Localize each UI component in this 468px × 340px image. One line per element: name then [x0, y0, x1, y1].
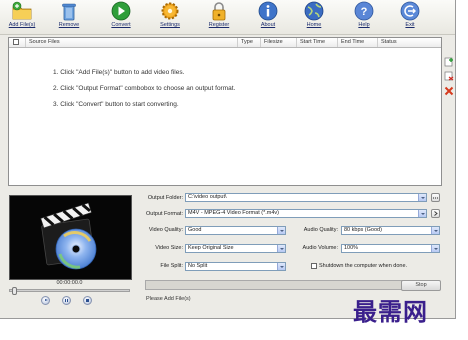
audio-quality-value: 80 kbps (Good) [344, 227, 382, 233]
audio-volume-label: Audio Volume: [302, 245, 338, 251]
exit-icon [400, 1, 420, 21]
column-status[interactable]: Status [378, 38, 441, 47]
stop-button[interactable]: Stop [401, 280, 441, 291]
video-quality-value: Good [188, 227, 202, 233]
help-button[interactable]: ? Help [342, 1, 386, 33]
file-split-select[interactable]: No Split [185, 262, 286, 271]
output-format-dropdown-arrow[interactable] [418, 210, 426, 217]
output-format-value: M4V - MPEG-4 Video Format (*.m4v) [188, 210, 279, 216]
clapperboard-icon [40, 202, 97, 270]
add-files-button[interactable]: Add File(s) [0, 1, 44, 33]
column-type[interactable]: Type [238, 38, 261, 47]
file-split-value: No Split [188, 263, 208, 269]
select-all-checkbox[interactable] [13, 39, 19, 45]
pause-button[interactable] [62, 296, 71, 305]
file-split-label: File Split: [160, 263, 183, 269]
stop-playback-button[interactable] [83, 296, 92, 305]
format-settings-button[interactable] [431, 209, 440, 218]
conversion-progress-bar [145, 280, 410, 290]
seek-slider-knob[interactable] [12, 287, 17, 295]
column-start-time[interactable]: Start Time [297, 38, 338, 47]
audio-volume-select[interactable]: 100% [341, 244, 440, 253]
browse-folder-button[interactable] [431, 193, 440, 202]
pause-icon [65, 299, 68, 302]
help-icon: ? [354, 1, 374, 21]
exit-button[interactable]: Exit [388, 1, 432, 33]
audio-volume-value: 100% [344, 245, 359, 251]
remove-item-icon[interactable] [444, 71, 454, 81]
add-item-icon[interactable] [444, 57, 454, 67]
gear-icon [161, 2, 179, 20]
shutdown-label[interactable]: Shutdown the computer when done. [319, 263, 407, 269]
about-button[interactable]: About [246, 1, 290, 33]
toolbar: Add File(s) Remove Convert Settings Regi… [0, 0, 455, 35]
arrow-right-icon [434, 211, 438, 216]
video-preview [9, 195, 132, 280]
main-window: Add File(s) Remove Convert Settings Regi… [0, 0, 456, 319]
video-quality-dropdown-arrow[interactable] [277, 227, 285, 234]
play-icon [45, 299, 48, 301]
info-icon [258, 1, 278, 21]
file-list-header: Source Files Type Filesize Start Time En… [9, 38, 441, 48]
seek-slider[interactable] [9, 287, 130, 295]
audio-quality-select[interactable]: 80 kbps (Good) [341, 226, 440, 235]
lock-icon [212, 2, 226, 21]
register-button[interactable]: Register [197, 1, 241, 33]
output-folder-value: C:\video output\ [188, 194, 227, 200]
svg-text:?: ? [361, 6, 368, 18]
trash-icon [62, 3, 76, 21]
watermark-text: 最需网 [353, 297, 428, 326]
video-quality-select[interactable]: Good [185, 226, 286, 235]
instruction-step-3: 3. Click "Convert" button to start conve… [53, 101, 179, 108]
shutdown-checkbox[interactable] [311, 263, 317, 269]
play-button[interactable] [41, 296, 50, 305]
instruction-step-1: 1. Click "Add File(s)" button to add vid… [53, 69, 185, 76]
convert-button[interactable]: Convert [99, 1, 143, 33]
column-source-files[interactable]: Source Files [26, 38, 238, 47]
add-files-icon [12, 1, 32, 20]
file-list[interactable]: Source Files Type Filesize Start Time En… [8, 37, 442, 186]
output-folder-label: Output Folder: [147, 195, 183, 201]
output-folder-dropdown-arrow[interactable] [418, 194, 426, 201]
home-button[interactable]: Home [292, 1, 336, 33]
video-size-label: Video Size: [155, 245, 183, 251]
audio-quality-dropdown-arrow[interactable] [431, 227, 439, 234]
instruction-step-2: 2. Click "Output Format" combobox to cho… [53, 85, 236, 92]
settings-button[interactable]: Settings [148, 1, 192, 33]
video-size-value: Keep Original Size [188, 245, 234, 251]
stop-icon [86, 299, 89, 302]
column-filesize[interactable]: Filesize [261, 38, 297, 47]
audio-volume-dropdown-arrow[interactable] [431, 245, 439, 252]
home-globe-icon [304, 1, 324, 21]
playback-time: 00:00:00.0 [56, 280, 83, 286]
file-split-dropdown-arrow[interactable] [277, 263, 285, 270]
video-size-dropdown-arrow[interactable] [277, 245, 285, 252]
output-format-select[interactable]: M4V - MPEG-4 Video Format (*.m4v) [185, 209, 427, 218]
select-all-column [9, 38, 26, 47]
video-size-select[interactable]: Keep Original Size [185, 244, 286, 253]
audio-quality-label: Audio Quality: [303, 227, 338, 233]
more-icon [432, 197, 439, 199]
video-quality-label: Video Quality: [148, 227, 183, 233]
output-folder-field[interactable]: C:\video output\ [185, 193, 427, 202]
status-text: Please Add File(s) [146, 296, 191, 302]
remove-button[interactable]: Remove [47, 1, 91, 33]
convert-play-icon [111, 1, 131, 21]
clear-list-icon[interactable] [444, 86, 454, 96]
output-format-label: Output Format: [146, 211, 183, 217]
column-end-time[interactable]: End Time [338, 38, 378, 47]
